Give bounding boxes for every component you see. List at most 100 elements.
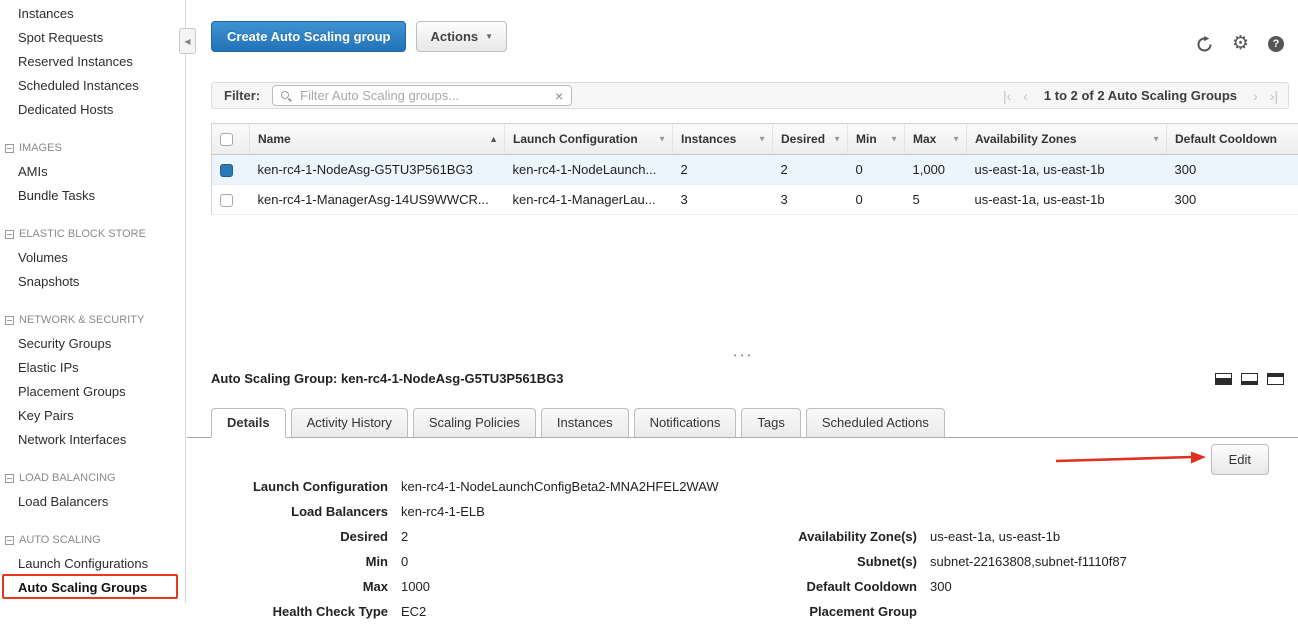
pagination: |‹ ‹ 1 to 2 of 2 Auto Scaling Groups › ›… bbox=[1003, 88, 1278, 103]
refresh-icon[interactable] bbox=[1196, 36, 1213, 53]
sidebar-item-amis[interactable]: AMIs bbox=[0, 160, 185, 184]
sidebar-item-key-pairs[interactable]: Key Pairs bbox=[0, 404, 185, 428]
cell-name: ken-rc4-1-ManagerAsg-14US9WWCR... bbox=[250, 185, 505, 215]
sidebar-item-security-groups[interactable]: Security Groups bbox=[0, 332, 185, 356]
clear-filter-icon[interactable]: × bbox=[554, 89, 564, 103]
sidebar-item-launch-configurations[interactable]: Launch Configurations bbox=[0, 552, 185, 576]
collapse-sidebar-icon[interactable]: ◀ bbox=[179, 28, 196, 54]
column-header-max[interactable]: Max ▼ bbox=[905, 124, 967, 155]
cell-availability-zones: us-east-1a, us-east-1b bbox=[967, 155, 1167, 185]
cell-max: 5 bbox=[905, 185, 967, 215]
column-label: Desired bbox=[781, 132, 825, 146]
column-header-desired[interactable]: Desired ▼ bbox=[773, 124, 848, 155]
header-icons: ⚙ ? bbox=[1196, 35, 1284, 53]
cell-min: 0 bbox=[848, 185, 905, 215]
create-auto-scaling-group-button[interactable]: Create Auto Scaling group bbox=[211, 21, 406, 52]
cell-max: 1,000 bbox=[905, 155, 967, 185]
pane-layout-bottom-icon[interactable] bbox=[1215, 373, 1232, 385]
sidebar-section-load-balancing[interactable]: LOAD BALANCING bbox=[0, 466, 185, 490]
column-header-min[interactable]: Min ▼ bbox=[848, 124, 905, 155]
field-value: us-east-1a, us-east-1b bbox=[930, 529, 1060, 544]
tab-notifications[interactable]: Notifications bbox=[634, 408, 737, 438]
pane-layout-maximize-icon[interactable] bbox=[1267, 373, 1284, 385]
details-fields: Launch Configuration ken-rc4-1-NodeLaunc… bbox=[187, 438, 1298, 629]
sidebar-item-instances[interactable]: Instances bbox=[0, 2, 185, 26]
tab-details[interactable]: Details bbox=[211, 408, 286, 438]
column-label: Min bbox=[856, 132, 877, 146]
sidebar-item-volumes[interactable]: Volumes bbox=[0, 246, 185, 270]
field-label: Placement Group bbox=[743, 604, 930, 619]
table-row[interactable]: ken-rc4-1-NodeAsg-G5TU3P561BG3 ken-rc4-1… bbox=[212, 155, 1298, 185]
sidebar-item-load-balancers[interactable]: Load Balancers bbox=[0, 490, 185, 514]
field-row: Subnet(s) subnet-22163808,subnet-f1110f8… bbox=[743, 554, 1127, 569]
select-all-header[interactable] bbox=[212, 124, 250, 155]
cell-launch-configuration: ken-rc4-1-NodeLaunch... bbox=[505, 155, 673, 185]
cell-instances: 3 bbox=[673, 185, 773, 215]
sidebar-item-spot-requests[interactable]: Spot Requests bbox=[0, 26, 185, 50]
sidebar-item-reserved-instances[interactable]: Reserved Instances bbox=[0, 50, 185, 74]
filter-bar: Filter: × |‹ ‹ 1 to 2 of 2 Auto Scaling … bbox=[211, 82, 1289, 109]
pane-layout-controls bbox=[1215, 373, 1284, 385]
cell-desired: 2 bbox=[773, 155, 848, 185]
field-label: Desired bbox=[211, 529, 401, 544]
field-label: Max bbox=[211, 579, 401, 594]
tab-tags[interactable]: Tags bbox=[741, 408, 800, 438]
sidebar-item-snapshots[interactable]: Snapshots bbox=[0, 270, 185, 294]
sidebar-item-placement-groups[interactable]: Placement Groups bbox=[0, 380, 185, 404]
column-header-availability-zones[interactable]: Availability Zones ▼ bbox=[967, 124, 1167, 155]
sidebar-section-images[interactable]: IMAGES bbox=[0, 136, 185, 160]
sidebar-item-bundle-tasks[interactable]: Bundle Tasks bbox=[0, 184, 185, 208]
last-page-icon[interactable]: ›| bbox=[1270, 89, 1278, 103]
section-collapse-icon[interactable] bbox=[5, 144, 14, 153]
field-row: Launch Configuration ken-rc4-1-NodeLaunc… bbox=[211, 479, 743, 494]
cell-select[interactable] bbox=[212, 155, 250, 185]
field-row: Default Cooldown 300 bbox=[743, 579, 1127, 594]
sidebar-item-network-interfaces[interactable]: Network Interfaces bbox=[0, 428, 185, 452]
details-fields-left: Launch Configuration ken-rc4-1-NodeLaunc… bbox=[211, 479, 743, 629]
field-label: Default Cooldown bbox=[743, 579, 930, 594]
section-collapse-icon[interactable] bbox=[5, 474, 14, 483]
select-all-checkbox[interactable] bbox=[220, 133, 233, 146]
actions-button-label: Actions bbox=[430, 29, 478, 44]
sidebar-item-auto-scaling-groups[interactable]: Auto Scaling Groups bbox=[0, 576, 185, 600]
sidebar-item-scheduled-instances[interactable]: Scheduled Instances bbox=[0, 74, 185, 98]
tab-activity-history[interactable]: Activity History bbox=[291, 408, 408, 438]
sidebar-section-network-security[interactable]: NETWORK & SECURITY bbox=[0, 308, 185, 332]
tab-scheduled-actions[interactable]: Scheduled Actions bbox=[806, 408, 945, 438]
column-header-instances[interactable]: Instances ▼ bbox=[673, 124, 773, 155]
sidebar-section-auto-scaling[interactable]: AUTO SCALING bbox=[0, 528, 185, 552]
table-row[interactable]: ken-rc4-1-ManagerAsg-14US9WWCR... ken-rc… bbox=[212, 185, 1298, 215]
tab-instances[interactable]: Instances bbox=[541, 408, 629, 438]
row-checkbox[interactable] bbox=[220, 164, 233, 177]
section-collapse-icon[interactable] bbox=[5, 230, 14, 239]
actions-button[interactable]: Actions ▼ bbox=[416, 21, 507, 52]
tab-scaling-policies[interactable]: Scaling Policies bbox=[413, 408, 536, 438]
pane-layout-minimize-icon[interactable] bbox=[1241, 373, 1258, 385]
chevron-down-icon: ▼ bbox=[952, 135, 960, 144]
splitter-handle[interactable]: • • • bbox=[187, 350, 1298, 362]
sidebar-section-elastic-block-store[interactable]: ELASTIC BLOCK STORE bbox=[0, 222, 185, 246]
first-page-icon[interactable]: |‹ bbox=[1003, 89, 1011, 103]
edit-button[interactable]: Edit bbox=[1211, 444, 1269, 475]
filter-search-box[interactable]: × bbox=[272, 85, 572, 106]
next-page-icon[interactable]: › bbox=[1253, 89, 1258, 103]
details-title: Auto Scaling Group: ken-rc4-1-NodeAsg-G5… bbox=[211, 370, 564, 388]
filter-input[interactable] bbox=[298, 87, 554, 104]
section-collapse-icon[interactable] bbox=[5, 536, 14, 545]
sidebar-item-dedicated-hosts[interactable]: Dedicated Hosts bbox=[0, 98, 185, 122]
gear-icon[interactable]: ⚙ bbox=[1232, 35, 1249, 53]
section-collapse-icon[interactable] bbox=[5, 316, 14, 325]
cell-instances: 2 bbox=[673, 155, 773, 185]
chevron-down-icon: ▼ bbox=[1152, 135, 1160, 144]
help-icon[interactable]: ? bbox=[1268, 36, 1284, 52]
main-content: Create Auto Scaling group Actions ▼ ⚙ ? … bbox=[187, 0, 1298, 603]
previous-page-icon[interactable]: ‹ bbox=[1023, 89, 1028, 103]
field-label: Subnet(s) bbox=[743, 554, 930, 569]
sidebar-item-elastic-ips[interactable]: Elastic IPs bbox=[0, 356, 185, 380]
row-checkbox[interactable] bbox=[220, 194, 233, 207]
cell-select[interactable] bbox=[212, 185, 250, 215]
column-header-default-cooldown[interactable]: Default Cooldown bbox=[1167, 124, 1298, 155]
column-header-launch-configuration[interactable]: Launch Configuration ▼ bbox=[505, 124, 673, 155]
column-header-name[interactable]: Name ▲ bbox=[250, 124, 505, 155]
sidebar-nav: Instances Spot Requests Reserved Instanc… bbox=[0, 0, 186, 603]
